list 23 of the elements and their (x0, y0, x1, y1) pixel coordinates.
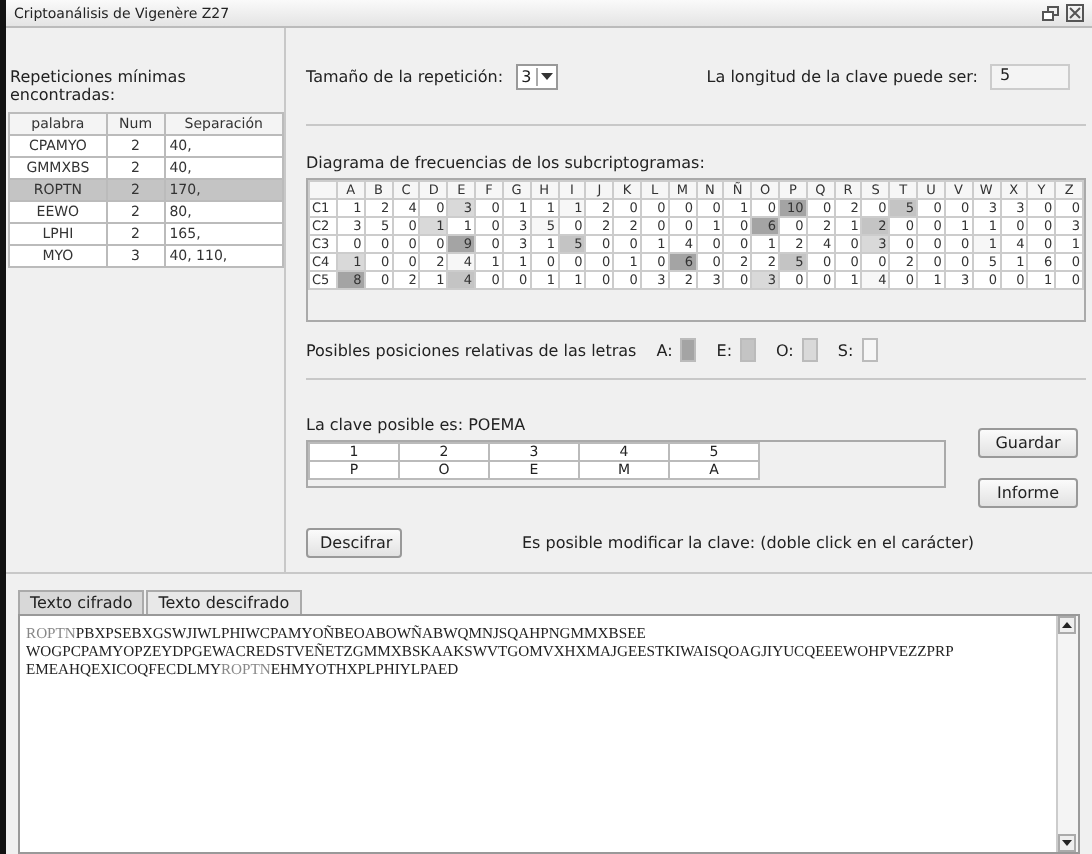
save-button[interactable]: Guardar (978, 428, 1078, 458)
hint-text: Es posible modificar la clave: (doble click en el carácter) (522, 534, 974, 552)
legend-label: E: (716, 341, 733, 359)
close-icon[interactable] (1066, 4, 1084, 22)
scroll-down-icon[interactable] (1058, 834, 1076, 852)
key-length-field[interactable]: 5 (990, 63, 1070, 89)
repetition-size-label: Tamaño de la repetición: (306, 67, 504, 85)
decrypt-button[interactable]: Descifrar (306, 528, 402, 558)
scrollbar[interactable] (1056, 616, 1078, 852)
restore-icon[interactable] (1042, 5, 1060, 21)
report-button[interactable]: Informe (978, 478, 1078, 508)
frequency-label: Diagrama de frecuencias de los subcriptogramas: (306, 154, 707, 172)
repetitions-label: Repeticiones mínimas encontradas: (8, 68, 188, 104)
key-label: La clave posible es: POEMA (306, 416, 528, 434)
key-length-label: La longitud de la clave puede ser: (706, 67, 978, 85)
scroll-up-icon[interactable] (1058, 616, 1076, 634)
repetition-size-dropdown[interactable]: 3 (515, 63, 558, 89)
tab[interactable]: Texto cifrado (18, 590, 145, 614)
legend-label: A: (656, 341, 673, 359)
tab[interactable]: Texto descifrado (146, 590, 302, 614)
legend-label: S: (837, 341, 854, 359)
legend-label: Posibles posiciones relativas de las letras (306, 341, 637, 359)
legend-label: O: (776, 341, 794, 359)
